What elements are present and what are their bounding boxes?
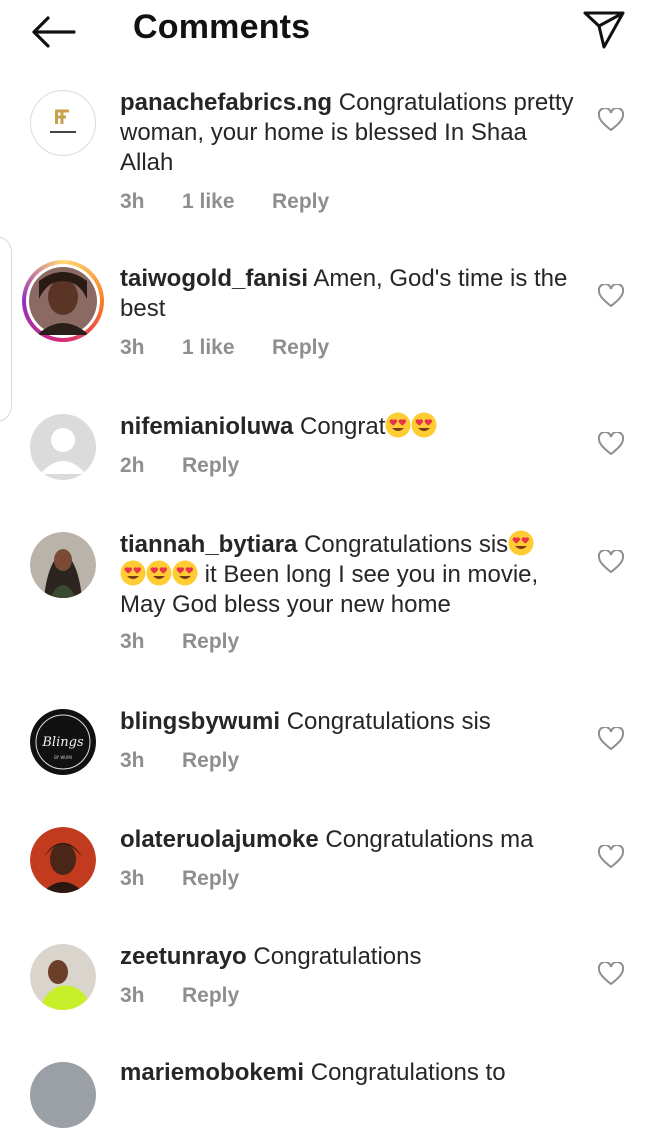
blings-logo: Blings BY WUMI (35, 714, 91, 770)
comment-username[interactable]: blingsbywumi (120, 708, 280, 735)
comment-likes[interactable]: 1 like (182, 190, 272, 214)
comment-username[interactable]: taiwogold_fanisi (120, 265, 308, 292)
edge-panel-handle[interactable] (0, 236, 12, 422)
heart-icon[interactable] (598, 727, 624, 751)
comment-text: mariemobokemi Congratulations to (120, 1058, 582, 1088)
heart-icon[interactable] (598, 432, 624, 456)
comment-body: Congratulations sis (304, 531, 509, 558)
comment-username[interactable]: panachefabrics.ng (120, 89, 332, 116)
comment-meta: 3h Reply (120, 867, 239, 891)
comment-body: Congratulations sis (286, 708, 491, 735)
heart-icon[interactable] (598, 845, 624, 869)
avatar-story-ring[interactable] (22, 260, 104, 342)
reply-button[interactable]: Reply (182, 749, 239, 773)
svg-text:BY WUMI: BY WUMI (54, 755, 72, 760)
comment-meta: 2h Reply (120, 454, 239, 478)
comment-username[interactable]: zeetunrayo (120, 943, 247, 970)
page-title: Comments (133, 8, 311, 46)
heart-icon[interactable] (598, 284, 624, 308)
comment-meta: 3h 1 like Reply (120, 190, 329, 214)
avatar (29, 267, 97, 335)
comment-time: 3h (120, 336, 145, 359)
send-icon[interactable] (582, 10, 626, 50)
heart-icon[interactable] (598, 962, 624, 986)
comment-username[interactable]: mariemobokemi (120, 1059, 304, 1086)
avatar[interactable] (30, 944, 96, 1010)
reply-button[interactable]: Reply (182, 454, 239, 478)
comment-body: Congrat (300, 413, 386, 440)
comment-text: zeetunrayo Congratulations (120, 942, 582, 972)
comment-text: nifemianioluwa Congrat (120, 412, 582, 442)
comment-body: Congratulations ma (325, 826, 534, 853)
heart-icon[interactable] (598, 108, 624, 132)
comment-text: olateruolajumoke Congratulations ma (120, 825, 582, 855)
comment-meta: 3h 1 like Reply (120, 336, 329, 360)
comment-time: 3h (120, 867, 145, 890)
reply-button[interactable]: Reply (272, 190, 329, 214)
comment-time: 3h (120, 984, 145, 1007)
avatar[interactable] (30, 90, 96, 156)
avatar[interactable] (30, 827, 96, 893)
comment-time: 3h (120, 749, 145, 772)
heart-eyes-emoji-icon (411, 412, 437, 438)
back-arrow-icon[interactable] (30, 14, 76, 50)
comment-meta: 3h Reply (120, 749, 239, 773)
avatar[interactable] (30, 1062, 96, 1128)
heart-eyes-emoji-icon (385, 412, 411, 438)
comment-meta: 3h Reply (120, 630, 239, 654)
avatar[interactable] (30, 532, 96, 598)
reply-button[interactable]: Reply (182, 867, 239, 891)
comment-meta: 3h Reply (120, 984, 239, 1008)
comment-time: 3h (120, 190, 145, 213)
panache-logo (50, 109, 76, 133)
heart-eyes-emoji-icon (172, 560, 198, 586)
heart-icon[interactable] (598, 550, 624, 574)
comment-text: blingsbywumi Congratulations sis (120, 707, 582, 737)
reply-button[interactable]: Reply (272, 336, 329, 360)
heart-eyes-emoji-icon (120, 560, 146, 586)
comment-body: Congratulations to (310, 1059, 506, 1086)
svg-text:Blings: Blings (41, 735, 84, 750)
heart-eyes-emoji-icon (146, 560, 172, 586)
comment-time: 3h (120, 630, 145, 653)
comment-body: Congratulations (253, 943, 422, 970)
reply-button[interactable]: Reply (182, 984, 239, 1008)
comment-text: taiwogold_fanisi Amen, God's time is the… (120, 264, 582, 324)
comment-text: panachefabrics.ng Congratulations pretty… (120, 88, 582, 178)
comment-time: 2h (120, 454, 145, 477)
comment-username[interactable]: olateruolajumoke (120, 826, 319, 853)
comment-username[interactable]: tiannah_bytiara (120, 531, 297, 558)
default-avatar-icon[interactable] (30, 414, 96, 480)
reply-button[interactable]: Reply (182, 630, 239, 654)
avatar[interactable]: Blings BY WUMI (30, 709, 96, 775)
header-bar: Comments (0, 0, 662, 62)
comment-username[interactable]: nifemianioluwa (120, 413, 293, 440)
comment-text: tiannah_bytiara Congratulations sis it B… (120, 530, 582, 620)
comment-likes[interactable]: 1 like (182, 336, 272, 360)
heart-eyes-emoji-icon (508, 530, 534, 556)
